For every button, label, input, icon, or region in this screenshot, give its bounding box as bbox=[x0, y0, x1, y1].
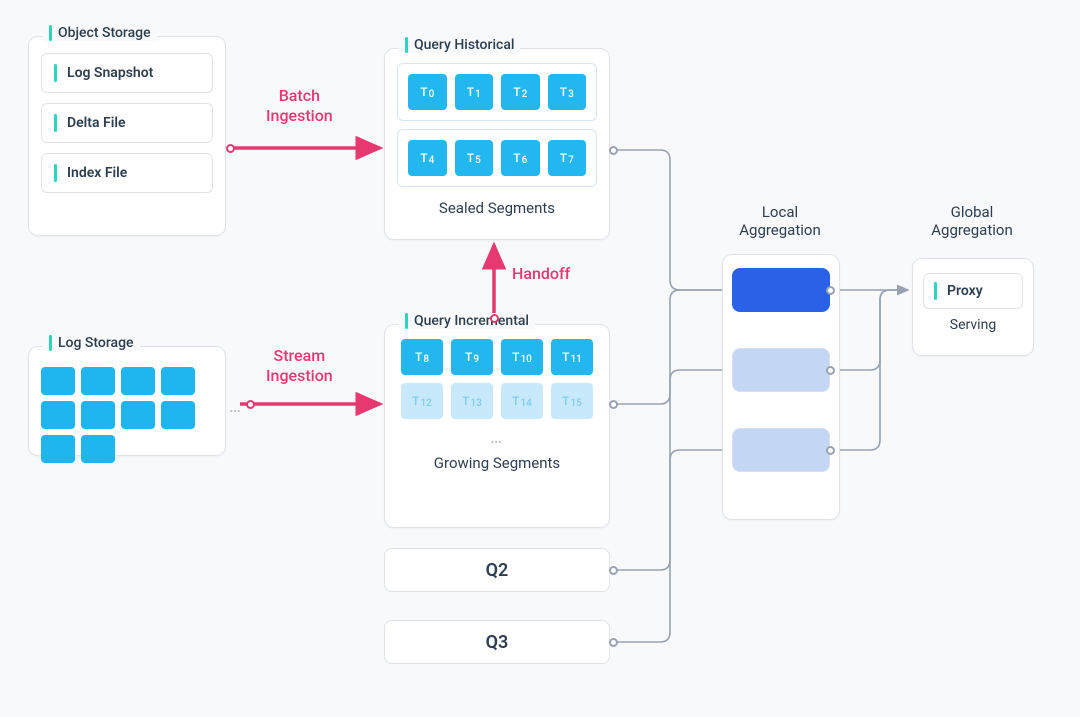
growing-seg-row-2: T12 T13 T14 T15 bbox=[397, 383, 597, 419]
log-blocks bbox=[41, 363, 213, 463]
ellipsis-icon: … bbox=[397, 427, 597, 448]
node-icon bbox=[826, 286, 835, 295]
serving-caption: Serving bbox=[923, 315, 1023, 333]
log-block bbox=[81, 367, 115, 395]
log-storage-title: Log Storage bbox=[43, 335, 140, 351]
query-q3: Q3 bbox=[384, 620, 610, 664]
query-historical-title: Query Historical bbox=[399, 37, 520, 53]
log-storage-panel: Log Storage bbox=[28, 346, 226, 456]
segment-faded: T12 bbox=[401, 383, 443, 419]
segment: T1 bbox=[455, 74, 494, 110]
stream-ingestion-label: Stream Ingestion bbox=[266, 346, 333, 386]
log-block bbox=[121, 367, 155, 395]
handoff-label: Handoff bbox=[512, 264, 570, 284]
segment: T10 bbox=[501, 339, 543, 375]
segment: T11 bbox=[551, 339, 593, 375]
log-block bbox=[121, 401, 155, 429]
segment-faded: T13 bbox=[451, 383, 493, 419]
segment-faded: T15 bbox=[551, 383, 593, 419]
file-log-snapshot: Log Snapshot bbox=[41, 53, 213, 93]
batch-ingestion-label: Batch Ingestion bbox=[266, 86, 333, 126]
agg-box-light bbox=[732, 348, 830, 392]
agg-box-dark bbox=[732, 268, 830, 312]
log-block bbox=[81, 435, 115, 463]
node-icon bbox=[609, 400, 618, 409]
segment: T6 bbox=[501, 140, 540, 176]
segment: T9 bbox=[451, 339, 493, 375]
segment: T5 bbox=[455, 140, 494, 176]
global-agg-label: Global Aggregation bbox=[912, 203, 1032, 239]
sealed-seg-group-1: T0 T1 T2 T3 bbox=[397, 63, 597, 121]
proxy-card: Proxy bbox=[923, 273, 1023, 309]
node-icon bbox=[609, 566, 618, 575]
segment: T3 bbox=[548, 74, 587, 110]
log-block bbox=[161, 367, 195, 395]
file-delta-file: Delta File bbox=[41, 103, 213, 143]
segment: T7 bbox=[548, 140, 587, 176]
node-icon bbox=[246, 400, 255, 409]
ellipsis-icon: … bbox=[229, 396, 243, 417]
segment: T4 bbox=[408, 140, 447, 176]
sealed-caption: Sealed Segments bbox=[385, 195, 609, 229]
growing-seg-row-1: T8 T9 T10 T11 bbox=[397, 339, 597, 375]
query-incremental-title: Query Incremental bbox=[399, 313, 535, 329]
node-icon bbox=[490, 314, 499, 323]
segment-faded: T14 bbox=[501, 383, 543, 419]
query-historical-panel: Query Historical T0 T1 T2 T3 T4 T5 T6 T7… bbox=[384, 48, 610, 240]
log-block bbox=[161, 401, 195, 429]
file-index-file: Index File bbox=[41, 153, 213, 193]
log-block bbox=[41, 367, 75, 395]
growing-caption: Growing Segments bbox=[385, 450, 609, 484]
sealed-seg-group-2: T4 T5 T6 T7 bbox=[397, 129, 597, 187]
query-incremental-panel: Query Incremental T8 T9 T10 T11 T12 T13 … bbox=[384, 324, 610, 528]
agg-box-light bbox=[732, 428, 830, 472]
segment: T2 bbox=[501, 74, 540, 110]
node-icon bbox=[226, 144, 235, 153]
object-storage-title: Object Storage bbox=[43, 25, 157, 41]
node-icon bbox=[609, 638, 618, 647]
node-icon bbox=[826, 366, 835, 375]
node-icon bbox=[609, 146, 618, 155]
segment: T8 bbox=[401, 339, 443, 375]
log-block bbox=[81, 401, 115, 429]
local-agg-label: Local Aggregation bbox=[720, 203, 840, 239]
serving-panel: Proxy Serving bbox=[912, 258, 1034, 356]
query-q2: Q2 bbox=[384, 548, 610, 592]
log-block bbox=[41, 435, 75, 463]
segment: T0 bbox=[408, 74, 447, 110]
log-block bbox=[41, 401, 75, 429]
node-icon bbox=[826, 446, 835, 455]
object-storage-panel: Object Storage Log Snapshot Delta File I… bbox=[28, 36, 226, 236]
